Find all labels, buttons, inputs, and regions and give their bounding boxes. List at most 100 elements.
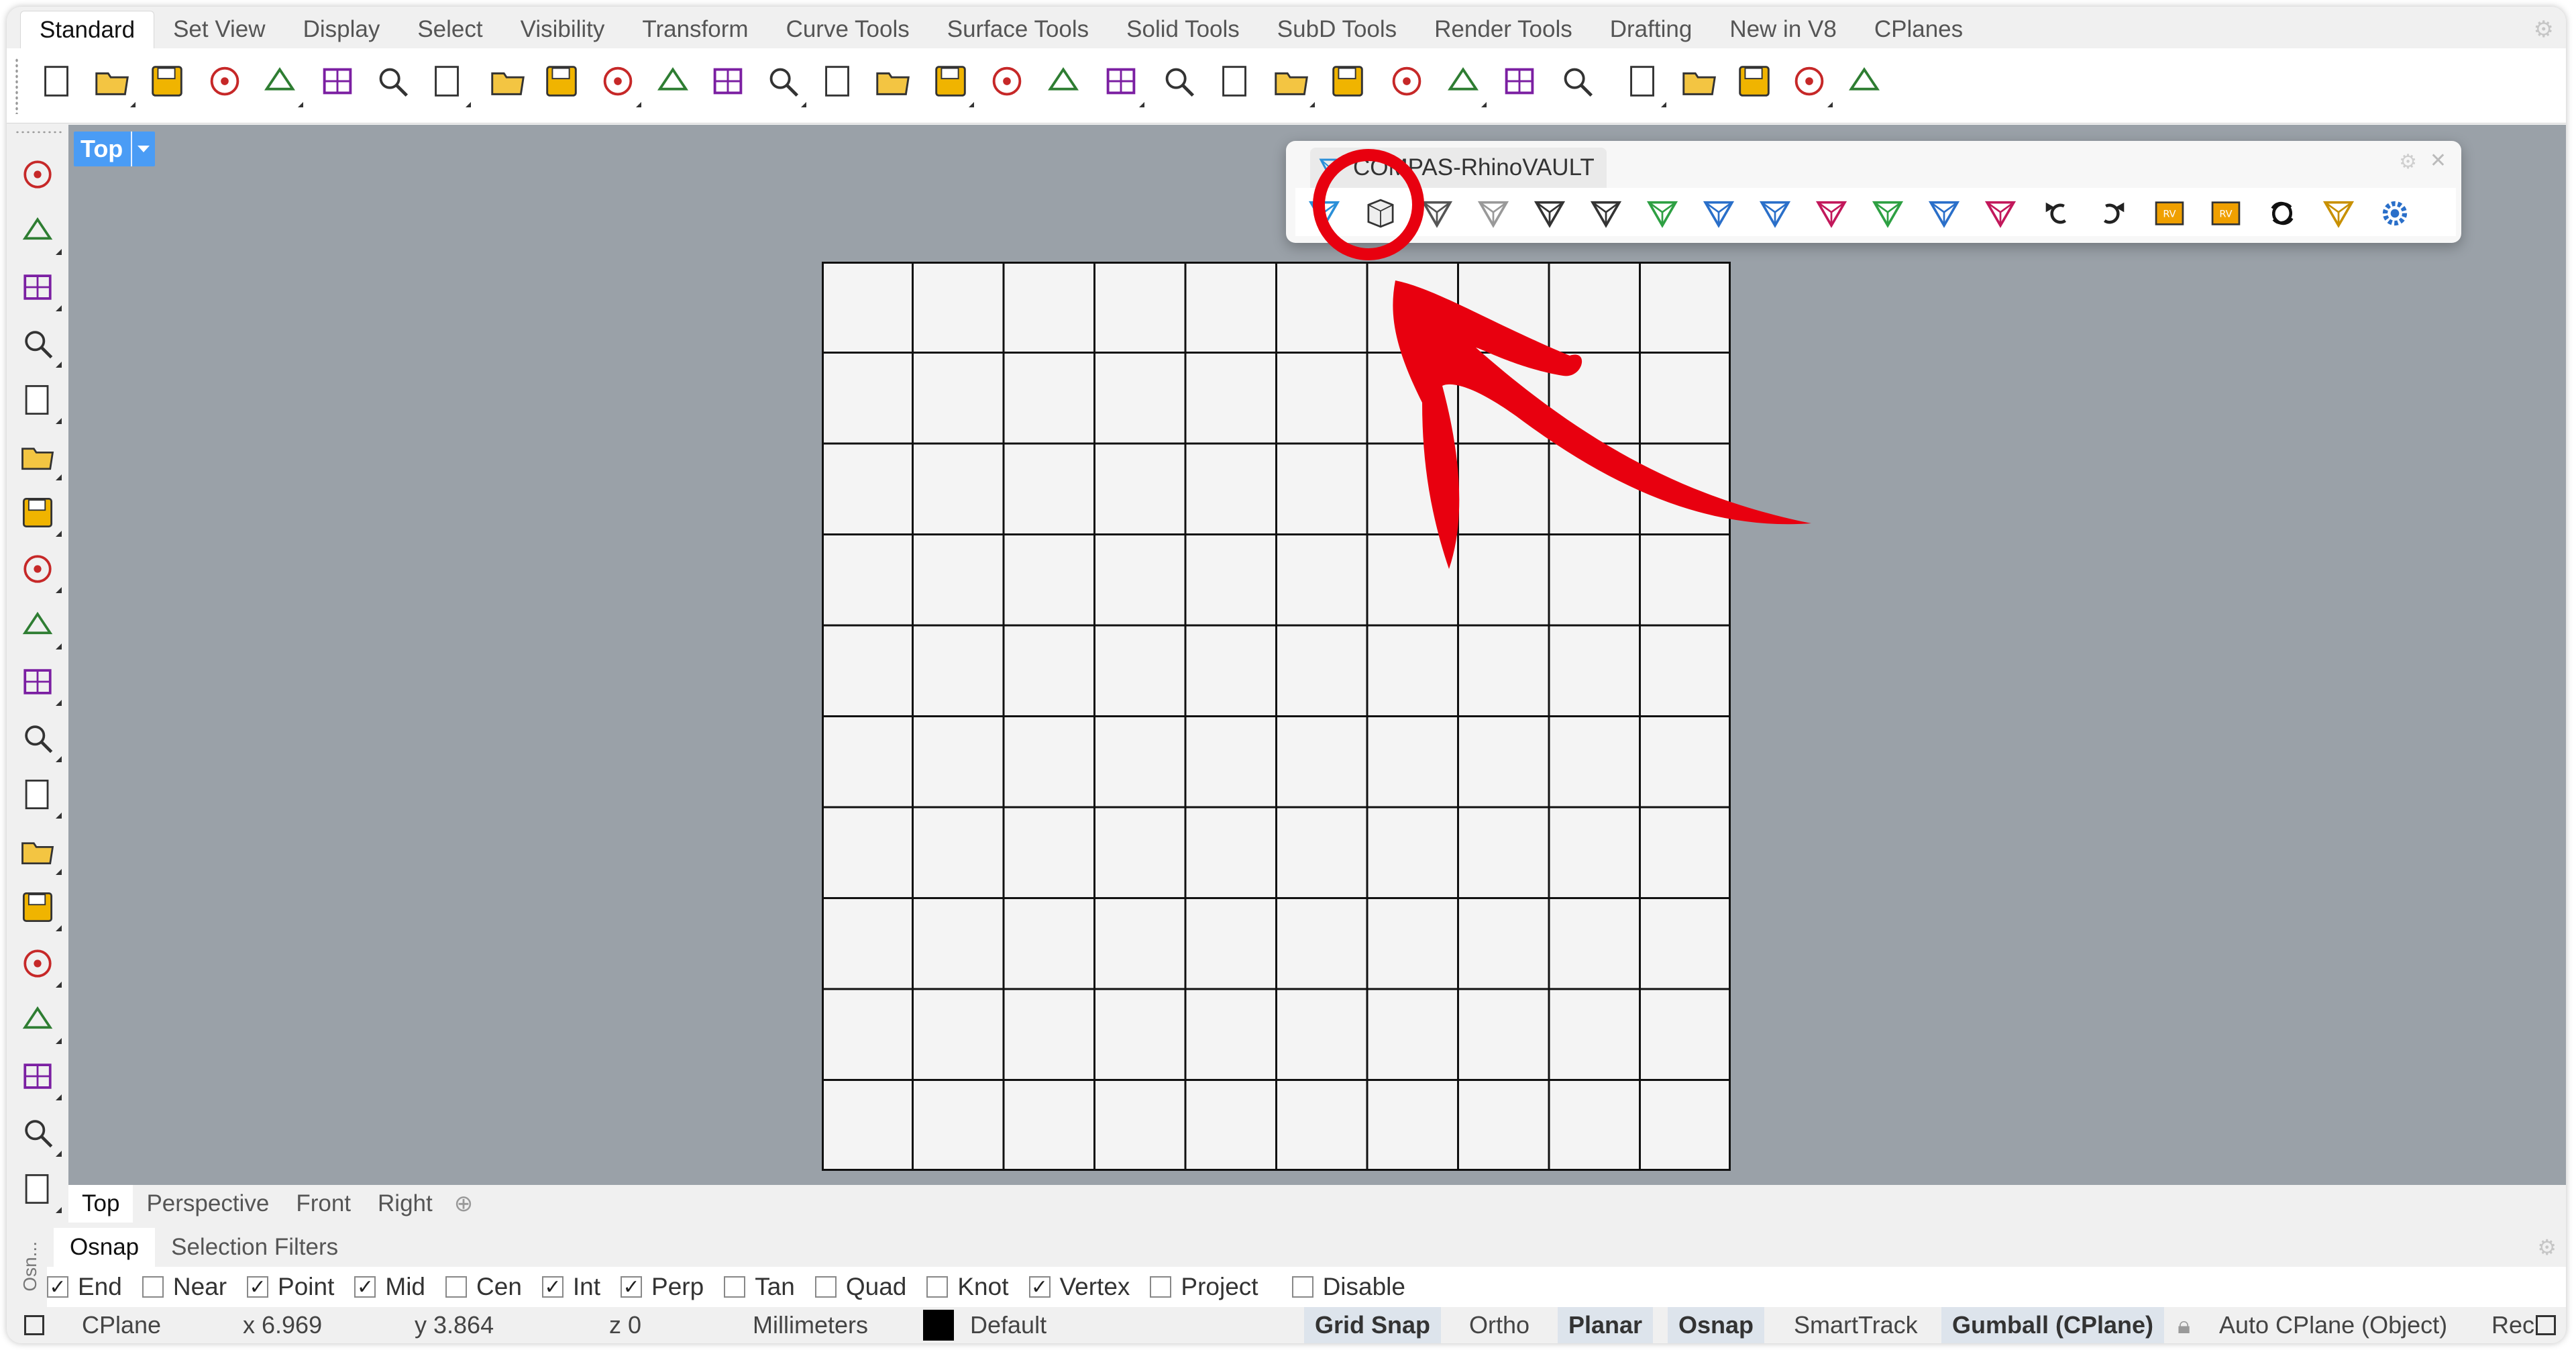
osnap-perp[interactable]: ✓ Perp xyxy=(621,1273,704,1301)
dome-icon[interactable] xyxy=(1695,192,1742,235)
osnap-checkbox[interactable]: ✓ xyxy=(354,1276,376,1298)
fillet-icon[interactable] xyxy=(13,658,62,706)
zoom-selected-icon[interactable] xyxy=(814,58,861,105)
tab-curve-tools[interactable]: Curve Tools xyxy=(767,11,928,48)
cut-icon[interactable] xyxy=(314,58,361,105)
osnap-disable[interactable]: Disable xyxy=(1291,1273,1405,1301)
viewport-name[interactable]: Top xyxy=(74,132,131,166)
circle-point-icon[interactable] xyxy=(1097,58,1144,107)
zoom-dynamic-icon[interactable] xyxy=(649,58,696,105)
select-arrow-icon[interactable] xyxy=(13,150,62,199)
status-units[interactable]: Millimeters xyxy=(753,1307,868,1343)
help-icon[interactable] xyxy=(1841,58,1888,105)
grid-snap-toggle[interactable]: Grid Snap xyxy=(1304,1307,1442,1343)
toolbar-settings-gear-icon[interactable]: ⚙ xyxy=(2534,16,2554,43)
status-cplane[interactable]: CPlane xyxy=(82,1307,161,1343)
dimension-icon[interactable] xyxy=(13,1165,62,1213)
polyline-icon[interactable] xyxy=(13,263,62,311)
light-icon[interactable] xyxy=(1212,58,1258,105)
layer-icon[interactable] xyxy=(1324,58,1371,105)
form-modify-icon[interactable] xyxy=(1526,192,1573,235)
spotlight-icon[interactable] xyxy=(1619,58,1666,107)
osnap-vertex[interactable]: ✓ Vertex xyxy=(1028,1273,1130,1301)
panel-title-tab[interactable]: COMPAS-RhinoVAULT xyxy=(1310,148,1607,188)
osnap-toggle[interactable]: Osnap xyxy=(1668,1307,1765,1343)
add-viewport-icon[interactable]: ⊕ xyxy=(446,1190,482,1217)
render-sphere-icon[interactable] xyxy=(1554,58,1601,105)
cplane-square-icon[interactable] xyxy=(24,1315,44,1335)
osnap-settings-gear-icon[interactable]: ⚙ xyxy=(2537,1235,2557,1260)
tab-new-in-v8[interactable]: New in V8 xyxy=(1711,11,1856,48)
tab-subd-tools[interactable]: SubD Tools xyxy=(1258,11,1415,48)
zoom-extents-icon[interactable] xyxy=(759,58,806,107)
osnap-quad[interactable]: Quad xyxy=(814,1273,906,1301)
curve-icon[interactable] xyxy=(13,319,62,368)
osnap-checkbox[interactable]: ✓ xyxy=(1028,1276,1051,1298)
cplane-icon[interactable] xyxy=(1040,58,1087,105)
boolean-icon[interactable] xyxy=(13,883,62,931)
record-square-icon[interactable] xyxy=(2536,1315,2556,1335)
form-grid-mesh[interactable] xyxy=(822,262,1731,1171)
auto-cplane-toggle[interactable]: Auto CPlane (Object) xyxy=(2219,1307,2447,1343)
status-layer[interactable]: Default xyxy=(970,1307,1046,1343)
osnap-checkbox[interactable] xyxy=(142,1276,164,1298)
settings-icon[interactable] xyxy=(2371,192,2418,235)
force-modify-icon[interactable] xyxy=(1921,192,1968,235)
equilibrium-icon[interactable] xyxy=(1808,192,1855,235)
extrude-icon[interactable] xyxy=(13,770,62,819)
ellipse-icon[interactable] xyxy=(13,432,62,480)
save-icon[interactable] xyxy=(144,58,191,105)
view-tab-top[interactable]: Top xyxy=(68,1185,133,1223)
planar-toggle[interactable]: Planar xyxy=(1558,1307,1654,1343)
panel-close-icon[interactable]: ✕ xyxy=(2430,149,2447,172)
lock-icon[interactable]: 🔒︎ xyxy=(2178,1307,2190,1343)
smarttrack-toggle[interactable]: SmartTrack xyxy=(1783,1307,1929,1343)
tab-set-view[interactable]: Set View xyxy=(154,11,284,48)
tab-standard[interactable]: Standard xyxy=(20,11,155,48)
osnap-checkbox[interactable] xyxy=(445,1276,468,1298)
export-icon[interactable] xyxy=(256,58,303,107)
tab-render-tools[interactable]: Render Tools xyxy=(1415,11,1591,48)
osnap-near[interactable]: Near xyxy=(142,1273,227,1301)
tab-osnap[interactable]: Osnap xyxy=(54,1228,156,1267)
osnap-mid[interactable]: ✓ Mid xyxy=(354,1273,425,1301)
point-icon[interactable] xyxy=(13,207,62,255)
polygon-icon[interactable] xyxy=(13,601,62,650)
circle-icon[interactable] xyxy=(13,376,62,424)
form-mesh-icon[interactable] xyxy=(1413,192,1460,235)
surface-icon[interactable] xyxy=(13,714,62,762)
osnap-checkbox[interactable] xyxy=(1291,1276,1313,1298)
arc-icon[interactable] xyxy=(13,488,62,537)
record-history-toggle[interactable]: Rec xyxy=(2491,1307,2534,1343)
undo-icon[interactable] xyxy=(2033,192,2080,235)
tab-drafting[interactable]: Drafting xyxy=(1591,11,1711,48)
osnap-knot[interactable]: Knot xyxy=(926,1273,1009,1301)
box-icon[interactable] xyxy=(13,827,62,875)
tab-surface-tools[interactable]: Surface Tools xyxy=(928,11,1108,48)
paste-icon[interactable] xyxy=(424,58,471,107)
lock-icon[interactable] xyxy=(1268,58,1315,107)
thrust-diagram-icon[interactable] xyxy=(1639,192,1686,235)
shaded-sphere-icon[interactable] xyxy=(1440,58,1487,107)
save-rv-icon[interactable]: RV xyxy=(2202,192,2249,235)
copy-icon[interactable] xyxy=(369,58,416,105)
mesh-icon[interactable] xyxy=(13,996,62,1044)
tab-cplanes[interactable]: CPlanes xyxy=(1856,11,1982,48)
tab-solid-tools[interactable]: Solid Tools xyxy=(1108,11,1258,48)
left-toolbar-grip[interactable] xyxy=(15,130,62,134)
osnap-point[interactable]: ✓ Point xyxy=(247,1273,334,1301)
form-sphere-icon[interactable] xyxy=(1470,192,1517,235)
options-gear-icon[interactable] xyxy=(1676,58,1723,105)
tab-transform[interactable]: Transform xyxy=(623,11,767,48)
view-tab-perspective[interactable]: Perspective xyxy=(133,1185,282,1223)
four-viewports-icon[interactable] xyxy=(927,58,974,107)
osnap-checkbox[interactable]: ✓ xyxy=(621,1276,643,1298)
form-diagram-icon[interactable] xyxy=(1357,192,1404,235)
top-viewport[interactable]: Top xyxy=(68,125,2566,1185)
form-boundary-icon[interactable] xyxy=(1582,192,1629,235)
tab-selection-filters[interactable]: Selection Filters xyxy=(155,1228,354,1267)
clear-icon[interactable] xyxy=(2315,192,2362,235)
print-icon[interactable] xyxy=(201,58,248,105)
car-icon[interactable] xyxy=(983,58,1030,105)
osnap-cen[interactable]: Cen xyxy=(445,1273,522,1301)
